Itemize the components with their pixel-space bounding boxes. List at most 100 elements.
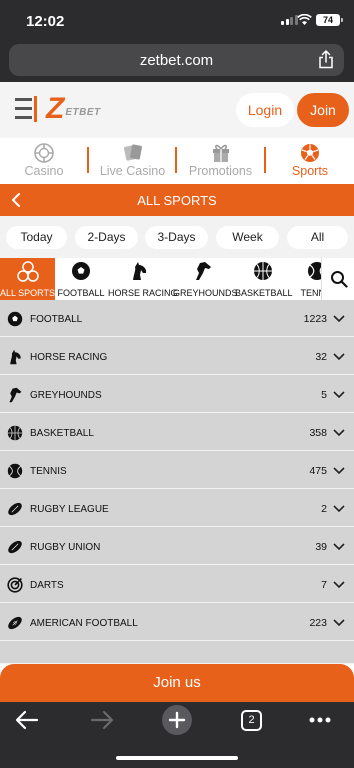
event-count: 223 (309, 617, 327, 629)
sport-tab-horse-racing[interactable]: HORSE RACING (108, 258, 178, 300)
event-count: 32 (315, 351, 327, 363)
chevron-down-icon (333, 315, 345, 323)
sport-tab-basketball[interactable]: BASKETBALL (235, 258, 293, 300)
sport-name: RUGBY UNION (30, 542, 101, 553)
join-us-label: Join us (153, 674, 201, 691)
football-icon (7, 311, 23, 327)
soccer-ball-icon (301, 144, 319, 162)
url-text: zetbet.com (139, 52, 214, 69)
chevron-down-icon (333, 619, 345, 627)
event-count: 475 (309, 465, 327, 477)
chevron-down-icon (333, 467, 345, 475)
horse-icon (10, 349, 21, 365)
sport-name: DARTS (30, 580, 64, 591)
period-week-button[interactable]: Week (216, 226, 279, 249)
american-football-icon (8, 616, 22, 630)
sport-row-basketball[interactable]: BASKETBALL 358 (0, 414, 354, 451)
chevron-down-icon (333, 581, 345, 589)
search-button[interactable] (321, 258, 354, 300)
chevron-down-icon (333, 543, 345, 551)
period-all-button[interactable]: All (287, 226, 348, 249)
search-icon (331, 271, 348, 288)
period-filter: Today 2-Days 3-Days Week All (0, 216, 354, 258)
new-tab-plus-icon[interactable] (162, 705, 192, 735)
sport-tab-football[interactable]: FOOTBALL (57, 258, 105, 300)
chevron-down-icon (333, 391, 345, 399)
more-options-icon[interactable] (309, 717, 331, 723)
wifi-icon (297, 14, 312, 25)
event-count: 2 (321, 503, 327, 515)
gift-icon (212, 144, 229, 162)
share-icon[interactable] (318, 50, 334, 69)
basketball-icon (253, 262, 272, 280)
sport-name: TENNIS (30, 466, 67, 477)
sport-row-rugby-league[interactable]: RUGBY LEAGUE 2 (0, 490, 354, 527)
tab-promotions[interactable]: Promotions (177, 138, 264, 184)
menu-icon[interactable] (15, 96, 39, 122)
sport-tab-all-sports[interactable]: ALL SPORTS (0, 258, 55, 300)
sport-row-tennis[interactable]: TENNIS 475 (0, 452, 354, 489)
sport-name: RUGBY LEAGUE (30, 504, 109, 515)
sport-name: FOOTBALL (30, 314, 83, 325)
browser-address-area: zetbet.com (0, 42, 354, 82)
sport-tab-label: ALL SPORTS (0, 288, 56, 298)
logo-text: ETBET (65, 106, 101, 118)
event-count: 358 (309, 427, 327, 439)
dartboard-icon (7, 577, 23, 593)
period-3-days-button[interactable]: 3-Days (145, 226, 208, 249)
sport-row-horse-racing[interactable]: HORSE RACING 32 (0, 338, 354, 375)
tab-sports-label: Sports (291, 164, 329, 178)
tab-promotions-label: Promotions (188, 164, 253, 178)
rugby-ball-icon (8, 540, 22, 554)
event-count: 7 (321, 579, 327, 591)
football-icon (72, 262, 90, 280)
event-count: 5 (321, 389, 327, 401)
sport-tab-label: HORSE RACING (108, 288, 178, 298)
home-indicator (116, 756, 238, 760)
login-button[interactable]: Login (236, 93, 294, 127)
sport-name: HORSE RACING (30, 352, 108, 363)
battery-indicator: 74 (316, 14, 343, 26)
site-header: Z ETBET Login Join (0, 82, 354, 138)
sport-row-football[interactable]: FOOTBALL 1223 (0, 300, 354, 337)
sport-tab-label: BASKETBALL (235, 288, 293, 298)
page-title: ALL SPORTS (137, 193, 217, 208)
sport-filter-strip: ALL SPORTS FOOTBALL HORSE RACING GREYHOU… (0, 258, 354, 300)
sport-row-greyhounds[interactable]: GREYHOUNDS 5 (0, 376, 354, 413)
sport-row-american-football[interactable]: AMERICAN FOOTBALL 223 (0, 604, 354, 641)
sports-list: FOOTBALL 1223 HORSE RACING 32 GREYHOUNDS… (0, 300, 354, 664)
join-button[interactable]: Join (297, 93, 349, 127)
period-today-button[interactable]: Today (6, 226, 67, 249)
status-time: 12:02 (26, 13, 65, 30)
tabs-count-button[interactable]: 2 (241, 710, 262, 731)
sport-row-darts[interactable]: DARTS 7 (0, 566, 354, 603)
back-arrow-icon[interactable] (15, 710, 39, 730)
logo-mark: Z (46, 92, 65, 125)
period-2-days-button[interactable]: 2-Days (75, 226, 138, 249)
tab-casino[interactable]: Casino (0, 138, 88, 184)
tab-casino-label: Casino (24, 164, 64, 178)
tab-live-casino-label: Live Casino (99, 164, 166, 178)
event-count: 1223 (303, 313, 327, 325)
tab-sports[interactable]: Sports (266, 138, 354, 184)
zetbet-logo[interactable]: Z ETBET (46, 92, 101, 125)
casino-chip-icon (34, 143, 54, 163)
all-sports-icon (16, 261, 39, 282)
sport-row-rugby-union[interactable]: RUGBY UNION 39 (0, 528, 354, 565)
sport-tab-greyhounds[interactable]: GREYHOUNDS (173, 258, 238, 300)
rugby-ball-icon (8, 502, 22, 516)
cards-icon (123, 144, 142, 161)
horse-icon (133, 262, 147, 280)
sport-row-partial (0, 642, 354, 664)
join-us-button[interactable]: Join us (0, 664, 354, 702)
event-count: 39 (315, 541, 327, 553)
greyhound-icon (9, 387, 22, 403)
cellular-signal-icon (281, 15, 298, 25)
forward-arrow-icon[interactable] (90, 710, 114, 730)
tab-live-casino[interactable]: Live Casino (89, 138, 176, 184)
address-bar[interactable]: zetbet.com (9, 44, 344, 76)
basketball-icon (7, 425, 23, 441)
greyhound-icon (195, 262, 211, 280)
sport-name: AMERICAN FOOTBALL (30, 618, 138, 629)
chevron-down-icon (333, 429, 345, 437)
